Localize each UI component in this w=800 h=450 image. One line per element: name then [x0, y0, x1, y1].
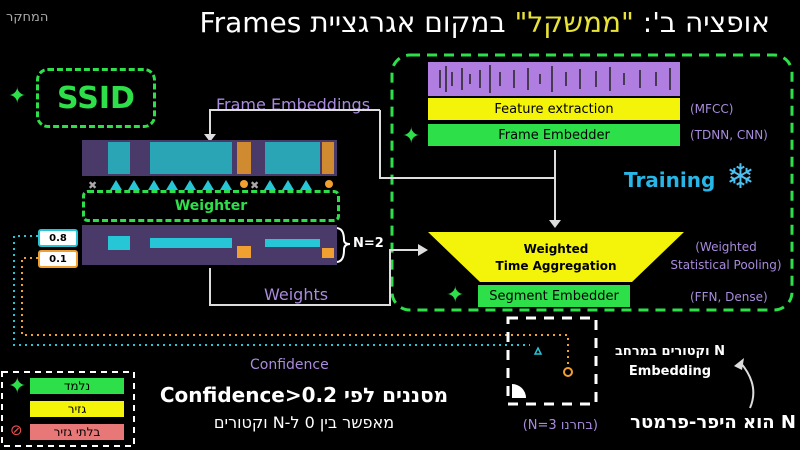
n-vectors-line1: N וקטורים במרחב	[615, 344, 725, 359]
weighted-agg-line1: Weighted	[523, 242, 589, 256]
n-hyperparam-note: N הוא היפר-פרמטר	[630, 412, 796, 433]
weighted-agg-note: (Weighted Statistical Pooling)	[662, 238, 790, 274]
n-vectors-note: N וקטורים במרחב Embedding	[600, 342, 740, 382]
training-label: Training	[624, 168, 716, 192]
weighted-agg-box: Weighted Time Aggregation	[480, 241, 632, 275]
weight-value-1: 0.8	[38, 229, 78, 247]
n-chosen-note: (בחרנו N=3)	[522, 418, 598, 433]
legend-non-derived: בלתי גזיר	[30, 424, 124, 440]
weights-label: Weights	[264, 285, 329, 304]
frame-embedder-box: Frame Embedder	[428, 124, 680, 146]
feature-extraction-box: Feature extraction	[428, 98, 680, 120]
weighted-agg-note-line1: (Weighted	[695, 240, 757, 254]
n-vectors-line2: Embedding	[628, 364, 712, 379]
star-icon: ✦	[402, 124, 421, 149]
n-eq-2-label: N=2	[353, 236, 384, 251]
filter-text: מסננים לפי Confidence>0.2	[159, 383, 449, 407]
confidence-label: Confidence	[250, 357, 329, 373]
frame-embedder-note: (TDNN, CNN)	[690, 128, 768, 142]
snowflake-icon: ❄	[726, 157, 755, 197]
weighted-agg-note-line2: Statistical Pooling)	[670, 258, 782, 272]
segment-embedder-box: Segment Embedder	[478, 285, 630, 307]
legend-derived: גזיר	[30, 401, 124, 417]
legend-learned: נלמד	[30, 378, 124, 394]
range-text: מאפשר בין 0 ל-N וקטורים	[213, 413, 395, 432]
weighted-agg-line2: Time Aggregation	[495, 259, 617, 273]
prohibited-icon: ⊘	[10, 421, 23, 439]
weighter-box: Weighter	[82, 190, 340, 222]
weight-value-2: 0.1	[38, 250, 78, 268]
feature-extraction-note: (MFCC)	[690, 102, 734, 116]
segment-embedder-note: (FFN, Dense)	[690, 290, 768, 304]
weighter-label: Weighter	[174, 198, 248, 214]
star-icon: ✦	[446, 283, 465, 308]
star-icon: ✦	[8, 374, 27, 399]
